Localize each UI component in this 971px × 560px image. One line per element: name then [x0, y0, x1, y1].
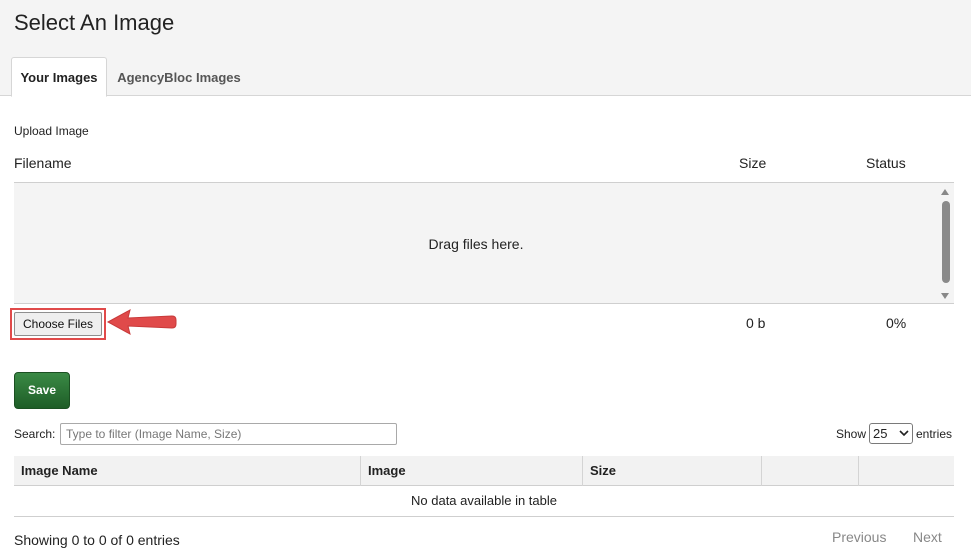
entries-per-page-value: 25 [873, 426, 888, 441]
entries-label: entries [916, 427, 953, 441]
chevron-down-icon [899, 430, 909, 437]
file-dropzone[interactable]: Drag files here. [14, 182, 954, 304]
column-header-size[interactable]: Size [583, 456, 762, 486]
next-page-button[interactable]: Next [913, 529, 942, 545]
page-header: Select An Image Your Images AgencyBloc I… [0, 0, 971, 97]
column-header-blank-2 [859, 456, 954, 486]
images-table-header: Image Name Image Size [14, 456, 954, 486]
scroll-down-icon[interactable] [941, 293, 949, 299]
choose-files-button[interactable]: Choose Files [14, 312, 102, 336]
show-label: Show [836, 427, 867, 441]
column-header-image[interactable]: Image [361, 456, 583, 486]
search-input[interactable] [60, 423, 397, 445]
scroll-up-icon[interactable] [941, 189, 949, 195]
file-status-value: 0% [886, 315, 907, 331]
pagination-info: Showing 0 to 0 of 0 entries [14, 532, 180, 548]
file-size-value: 0 b [746, 315, 766, 331]
dropzone-text: Drag files here. [428, 236, 524, 252]
arrow-left-icon [106, 309, 177, 335]
dropzone-scrollbar[interactable] [938, 183, 954, 303]
filename-column-header: Filename [14, 155, 72, 171]
size-column-header: Size [739, 155, 767, 171]
column-header-image-name[interactable]: Image Name [14, 456, 361, 486]
tab-agencybloc-images[interactable]: AgencyBloc Images [112, 57, 246, 97]
status-column-header: Status [866, 155, 906, 171]
save-button[interactable]: Save [14, 372, 70, 409]
page-title: Select An Image [14, 10, 175, 35]
tab-your-images[interactable]: Your Images [11, 57, 107, 97]
entries-per-page-select[interactable]: 25 [869, 423, 913, 444]
search-label: Search: [14, 427, 56, 441]
previous-page-button[interactable]: Previous [832, 529, 886, 545]
upload-image-label: Upload Image [14, 124, 89, 138]
column-header-blank-1 [762, 456, 859, 486]
scroll-thumb[interactable] [942, 201, 950, 283]
table-empty-message: No data available in table [14, 486, 954, 517]
